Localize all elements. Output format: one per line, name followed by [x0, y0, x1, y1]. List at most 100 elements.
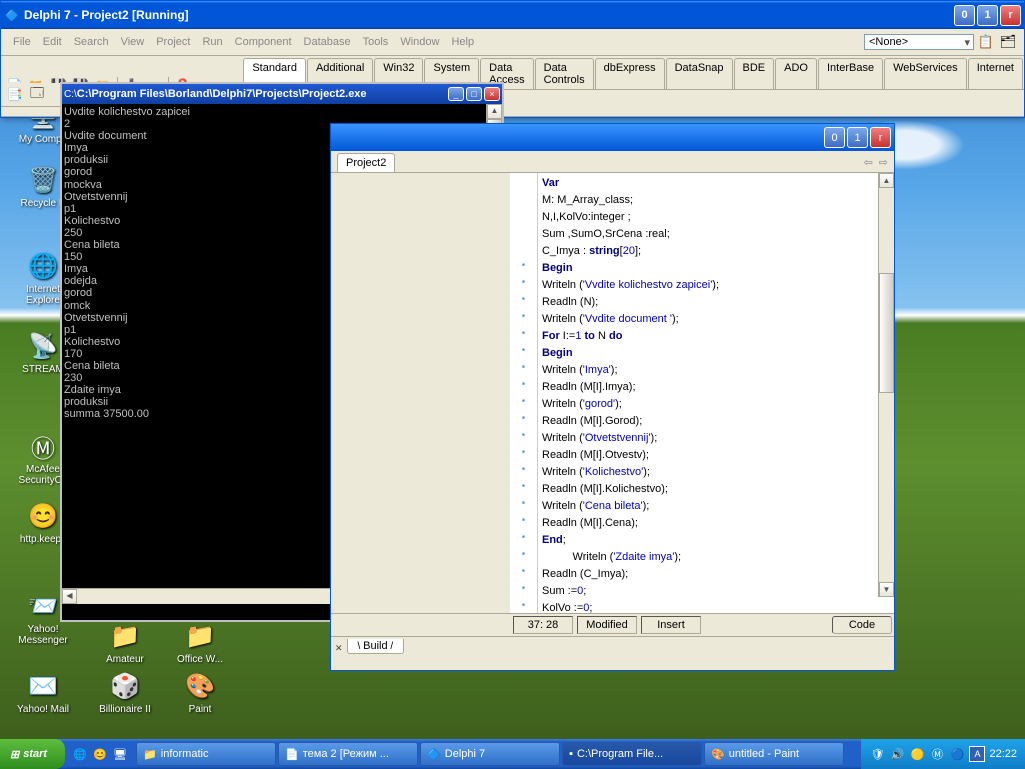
scroll-thumb[interactable] — [879, 273, 894, 393]
status-insert: Insert — [641, 616, 701, 634]
component-selector[interactable]: <None> — [864, 34, 974, 50]
palette-tab-ado[interactable]: ADO — [775, 58, 817, 89]
code-line: Writeln ('Vvdite kolichestvo zapicei'); — [542, 277, 890, 294]
maximize-button[interactable]: 1 — [977, 5, 998, 26]
clock[interactable]: 22:22 — [989, 748, 1017, 760]
palette-tab-interbase[interactable]: InterBase — [818, 58, 883, 89]
editor-tab-project2[interactable]: Project2 — [337, 153, 395, 172]
minimize-button[interactable]: 0 — [954, 5, 975, 26]
minimize-button[interactable]: 0 — [824, 127, 845, 148]
code-line: N,I,KolVo:integer ; — [542, 209, 890, 226]
tool-icon[interactable]: 🗂 — [998, 32, 1018, 52]
tray-icon[interactable]: 🔵 — [949, 746, 965, 762]
palette-tab-datasnap[interactable]: DataSnap — [666, 58, 733, 89]
ymsg-icon: 📨 — [27, 590, 59, 622]
desktop-icon-officew[interactable]: 📁 Office W... — [165, 620, 235, 665]
maximize-button[interactable]: 1 — [847, 127, 868, 148]
code-line: M: M_Array_class; — [542, 192, 890, 209]
nav-fwd-icon[interactable]: ⇨ — [879, 156, 888, 169]
taskbar-item[interactable]: 🎨untitled - Paint — [704, 742, 844, 766]
code-line: For I:=1 to N do — [542, 328, 890, 345]
desktop-icon-ymail[interactable]: ✉️Yahoo! Mail — [8, 670, 78, 715]
close-button[interactable]: × — [484, 87, 500, 101]
tray-icon[interactable]: Ⓜ — [929, 746, 945, 762]
palette-tab-data-controls[interactable]: Data Controls — [535, 58, 594, 89]
gutter-dot — [510, 243, 537, 260]
delphi-titlebar[interactable]: 🔷 Delphi 7 - Project2 [Running] 0 1 r — [1, 1, 1024, 29]
gutter-dot — [510, 192, 537, 209]
palette-tab-dbexpress[interactable]: dbExpress — [595, 58, 665, 89]
menu-view[interactable]: View — [115, 34, 151, 50]
menu-edit[interactable]: Edit — [37, 34, 68, 50]
scroll-left-icon[interactable]: ◀ — [62, 589, 77, 604]
tray-icon[interactable]: 🔊 — [889, 746, 905, 762]
taskbar-item[interactable]: 📄тема 2 [Режим ... — [278, 742, 418, 766]
mcafee-icon: Ⓜ — [27, 430, 59, 462]
code-line: Readln (M[I].Otvestv); — [542, 447, 890, 464]
start-button[interactable]: ⊞start — [0, 739, 65, 769]
view-toggle-code[interactable]: Code — [832, 616, 892, 634]
app-icon: 🔷 — [427, 748, 441, 761]
app-label: C:\Program File... — [577, 748, 663, 760]
gutter-dot — [510, 209, 537, 226]
gutter-dot: • — [510, 464, 537, 481]
tray-lang-icon[interactable]: A — [969, 746, 985, 762]
tray-icon[interactable]: 🟡 — [909, 746, 925, 762]
view-unit-icon[interactable]: 📑 — [5, 85, 25, 105]
close-button[interactable]: r — [870, 127, 891, 148]
menu-file[interactable]: File — [7, 34, 37, 50]
nav-back-icon[interactable]: ⇦ — [864, 156, 873, 169]
desktop-icon[interactable]: 🖥 — [111, 745, 129, 763]
scrollbar-vertical[interactable]: ▲ ▼ — [878, 173, 894, 597]
palette-tab-internet[interactable]: Internet — [968, 58, 1023, 89]
code-editor-window: 0 1 r Project2 ⇦ ⇨ •••••••••••••••••••••… — [330, 123, 895, 671]
menu-component[interactable]: Component — [229, 34, 298, 50]
taskbar-item[interactable]: 🔷 Delphi 7 — [420, 742, 560, 766]
close-tab-icon[interactable]: ✕ — [335, 643, 343, 654]
ie-icon[interactable]: 🌐 — [71, 745, 89, 763]
tool-icon[interactable]: 📋 — [976, 32, 996, 52]
code-line: Writeln ('Otvetstvennij'); — [542, 430, 890, 447]
menu-window[interactable]: Window — [394, 34, 445, 50]
menu-run[interactable]: Run — [196, 34, 228, 50]
gutter-dot: • — [510, 430, 537, 447]
code-line: KolVo :=0; — [542, 600, 890, 617]
code-line: Readln (C_Imya); — [542, 566, 890, 583]
code-text[interactable]: VarM: M_Array_class;N,I,KolVo:integer ;S… — [538, 173, 894, 613]
scroll-up-icon[interactable]: ▲ — [487, 104, 502, 119]
paint-icon: 🎨 — [184, 670, 216, 702]
code-line: End; — [542, 532, 890, 549]
icon-label: Office W... — [165, 654, 235, 665]
desktop-icon-paint[interactable]: 🎨Paint — [165, 670, 235, 715]
menu-tools[interactable]: Tools — [357, 34, 395, 50]
taskbar-item[interactable]: ▪C:\Program File... — [562, 742, 702, 766]
gutter-dot: • — [510, 379, 537, 396]
close-button[interactable]: r — [1000, 5, 1021, 26]
app-label: Delphi 7 — [445, 748, 485, 760]
system-tray: 🛡 🔊 🟡 Ⓜ 🔵 A 22:22 — [861, 739, 1025, 769]
gutter-dot: • — [510, 362, 537, 379]
minimize-button[interactable]: _ — [448, 87, 464, 101]
palette-tab-webservices[interactable]: WebServices — [884, 58, 967, 89]
officew-icon: 📁 — [184, 620, 216, 652]
scroll-down-icon[interactable]: ▼ — [879, 582, 894, 597]
desktop-icon-amateur[interactable]: 📁Amateur — [90, 620, 160, 665]
tab-build[interactable]: \ Build / — [347, 639, 405, 654]
console-titlebar[interactable]: C:\ C:\Program Files\Borland\Delphi7\Pro… — [62, 84, 502, 104]
view-form-icon[interactable]: 🗔 — [27, 85, 47, 105]
menu-search[interactable]: Search — [68, 34, 115, 50]
tray-icon[interactable]: 🛡 — [869, 746, 885, 762]
scroll-up-icon[interactable]: ▲ — [879, 173, 894, 188]
taskbar-item[interactable]: 📁informatic — [136, 742, 276, 766]
menu-help[interactable]: Help — [445, 34, 480, 50]
menu-database[interactable]: Database — [298, 34, 357, 50]
palette-tab-bde[interactable]: BDE — [734, 58, 775, 89]
code-area[interactable]: ••••••••••••••••••••• VarM: M_Array_clas… — [507, 173, 894, 613]
desktop-icon-billionaire[interactable]: 🎲Billionaire II — [90, 670, 160, 715]
maximize-button[interactable]: □ — [466, 87, 482, 101]
app-icon: 📄 — [285, 748, 299, 761]
gutter-dot: • — [510, 260, 537, 277]
msg-icon[interactable]: 😊 — [91, 745, 109, 763]
console-icon: C:\ — [64, 89, 77, 100]
menu-project[interactable]: Project — [150, 34, 196, 50]
